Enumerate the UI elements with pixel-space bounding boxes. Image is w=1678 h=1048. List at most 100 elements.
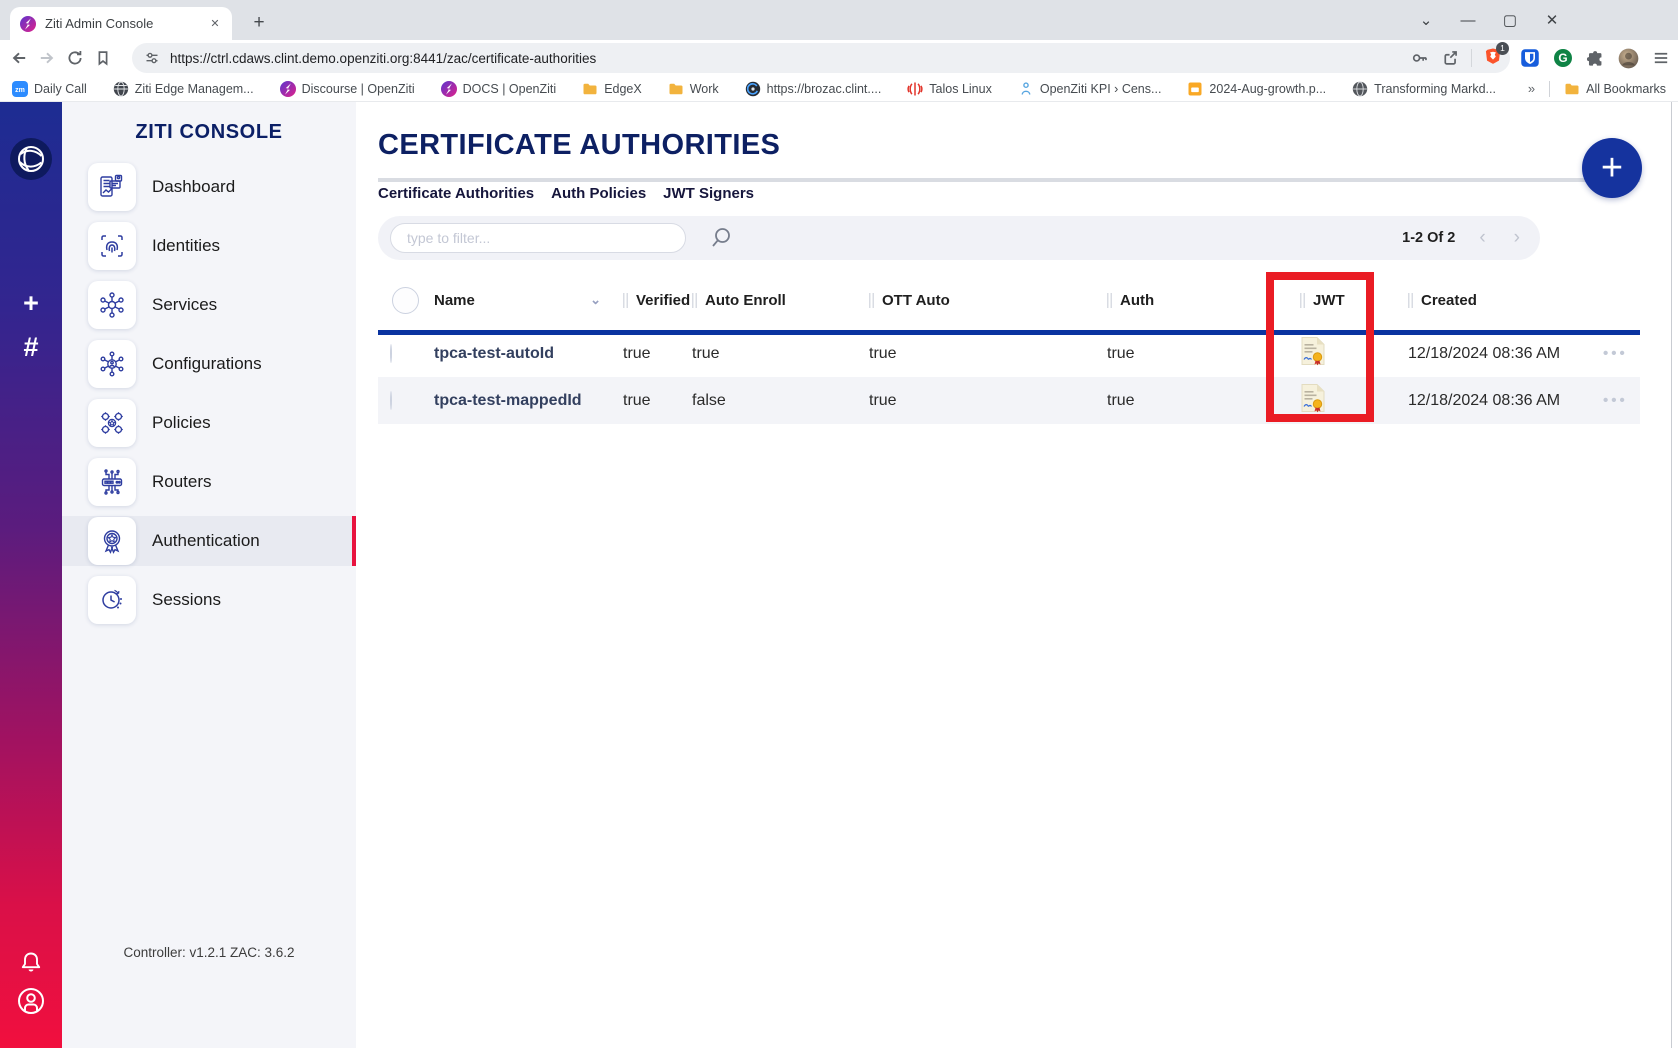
folder-icon — [582, 81, 598, 97]
bookmark-2024-aug-growth[interactable]: 2024-Aug-growth.p... — [1187, 81, 1326, 97]
brave-shield-icon[interactable]: 1 — [1484, 47, 1502, 70]
select-all-checkbox[interactable] — [392, 287, 419, 314]
window-close-icon[interactable]: ✕ — [1544, 11, 1560, 29]
row-name[interactable]: tpca-test-mappedId — [432, 392, 615, 410]
column-header-ott-auto[interactable]: OTT Auto — [861, 270, 1099, 330]
table-row[interactable]: tpca-test-mappedId true false true true … — [378, 377, 1640, 424]
sidebar-item-label: Configurations — [152, 354, 262, 374]
add-button[interactable]: + — [1582, 138, 1642, 198]
new-tab-button[interactable]: + — [246, 11, 272, 37]
bookmark-talos[interactable]: Talos Linux — [907, 81, 992, 97]
network-icon — [97, 290, 127, 320]
bookmarks-divider — [1549, 81, 1550, 97]
share-icon[interactable] — [1441, 49, 1459, 67]
ziti-logo-icon[interactable] — [9, 137, 53, 186]
sidebar-item-services[interactable]: Services — [62, 280, 356, 330]
page-next-icon[interactable]: › — [1514, 227, 1520, 249]
bookmark-openziti-kpi[interactable]: OpenZiti KPI › Cens... — [1018, 81, 1162, 97]
tab-jwt-signers[interactable]: JWT Signers — [663, 185, 754, 202]
sidebar-nav: Dashboard Identities Services Configurat… — [62, 162, 356, 634]
row-checkbox[interactable] — [390, 391, 392, 410]
bitwarden-icon[interactable] — [1520, 48, 1540, 68]
sidebar-item-label: Identities — [152, 236, 220, 256]
bookmark-folder-edgex[interactable]: EdgeX — [582, 81, 642, 97]
all-bookmarks-button[interactable]: All Bookmarks — [1564, 81, 1666, 97]
browser-tab[interactable]: Ziti Admin Console ✕ — [10, 7, 232, 40]
browser-window: Ziti Admin Console ✕ + ⌄ — ▢ ✕ https://c… — [0, 0, 1678, 1048]
sidebar-item-label: Sessions — [152, 590, 221, 610]
address-bar[interactable]: https://ctrl.cdaws.clint.demo.openziti.o… — [132, 43, 1510, 73]
sidebar-item-dashboard[interactable]: Dashboard — [62, 162, 356, 212]
title-divider — [378, 178, 1640, 182]
shield-badge: 1 — [1496, 42, 1509, 55]
pagination-label: 1-2 Of 2 — [1402, 230, 1455, 246]
dark-globe-icon — [113, 81, 129, 97]
globe-icon — [1352, 81, 1368, 97]
column-separator — [692, 293, 697, 308]
tab-certificate-authorities[interactable]: Certificate Authorities — [378, 185, 534, 202]
column-header-name[interactable]: Name⌄ — [432, 270, 615, 330]
profile-avatar[interactable] — [1618, 48, 1639, 69]
omnibox-divider — [1471, 49, 1472, 67]
row-name[interactable]: tpca-test-autoId — [432, 345, 615, 363]
bookmark-transforming-markdown[interactable]: Transforming Markd... — [1352, 81, 1496, 97]
sidebar-item-label: Routers — [152, 472, 212, 492]
bookmarks-overflow-chevrons[interactable]: » — [1528, 81, 1535, 96]
row-verified: true — [615, 392, 684, 410]
bookmark-discourse-openziti[interactable]: Discourse | OpenZiti — [280, 81, 415, 97]
column-header-created[interactable]: Created — [1400, 270, 1595, 330]
version-footer: Controller: v1.2.1 ZAC: 3.6.2 — [62, 945, 356, 960]
sort-chevron-icon[interactable]: ⌄ — [590, 292, 601, 308]
bookmark-docs-openziti[interactable]: DOCS | OpenZiti — [441, 81, 557, 97]
sidebar-item-policies[interactable]: Policies — [62, 398, 356, 448]
sidebar-item-sessions[interactable]: Sessions — [62, 575, 356, 625]
sidebar-item-configurations[interactable]: Configurations — [62, 339, 356, 389]
site-settings-tune-icon[interactable] — [144, 50, 160, 66]
svg-text:G: G — [1558, 51, 1567, 65]
filter-input[interactable] — [390, 223, 686, 253]
sidebar-item-identities[interactable]: Identities — [62, 221, 356, 271]
column-header-auto-enroll[interactable]: Auto Enroll — [684, 270, 861, 330]
window-minimize-icon[interactable]: — — [1460, 12, 1476, 29]
row-actions-icon[interactable]: ••• — [1595, 345, 1640, 362]
bookmark-brozac[interactable]: https://brozac.clint.... — [745, 81, 882, 97]
row-auth: true — [1099, 392, 1292, 410]
dark-disc-icon — [745, 81, 761, 97]
forward-icon[interactable] — [38, 49, 56, 67]
tab-close-icon[interactable]: ✕ — [206, 15, 224, 33]
reload-icon[interactable] — [66, 49, 84, 67]
row-actions-icon[interactable]: ••• — [1595, 392, 1640, 409]
profile-icon[interactable] — [16, 986, 46, 1021]
bookmark-folder-work[interactable]: Work — [668, 81, 719, 97]
tab-search-chevron-icon[interactable]: ⌄ — [1418, 11, 1434, 29]
search-icon[interactable] — [708, 225, 734, 256]
rail-hash-button[interactable]: # — [0, 332, 62, 363]
bookmark-ziti-edge[interactable]: Ziti Edge Managem... — [113, 81, 254, 97]
tab-auth-policies[interactable]: Auth Policies — [551, 185, 646, 202]
row-checkbox[interactable] — [390, 344, 392, 363]
column-separator — [1107, 293, 1112, 308]
extensions-puzzle-icon[interactable] — [1586, 49, 1605, 68]
password-key-icon[interactable] — [1411, 49, 1429, 67]
rail-add-button[interactable]: + — [0, 288, 62, 319]
table-header-row: Name⌄ Verified Auto Enroll OTT Auto Auth… — [378, 270, 1640, 330]
left-rail: + # — [0, 102, 62, 1048]
back-icon[interactable] — [10, 49, 28, 67]
slides-icon — [1187, 81, 1203, 97]
sidebar-item-authentication[interactable]: Authentication — [62, 516, 356, 566]
column-header-auth[interactable]: Auth — [1099, 270, 1292, 330]
url-text[interactable]: https://ctrl.cdaws.clint.demo.openziti.o… — [170, 51, 1411, 66]
bell-icon[interactable] — [17, 949, 45, 982]
page-prev-icon[interactable]: ‹ — [1479, 227, 1485, 249]
column-header-verified[interactable]: Verified — [615, 270, 684, 330]
row-ott-auto: true — [861, 345, 1099, 363]
menu-hamburger-icon[interactable] — [1652, 49, 1670, 67]
blue-person-icon — [1018, 81, 1034, 97]
sidebar-item-label: Dashboard — [152, 177, 235, 197]
table-row[interactable]: tpca-test-autoId true true true true 12/… — [378, 330, 1640, 377]
sidebar-item-routers[interactable]: Routers — [62, 457, 356, 507]
window-maximize-icon[interactable]: ▢ — [1502, 11, 1518, 29]
bookmark-icon[interactable] — [94, 49, 112, 67]
grammarly-icon[interactable]: G — [1553, 48, 1573, 68]
bookmark-daily-call[interactable]: zm Daily Call — [12, 81, 87, 97]
